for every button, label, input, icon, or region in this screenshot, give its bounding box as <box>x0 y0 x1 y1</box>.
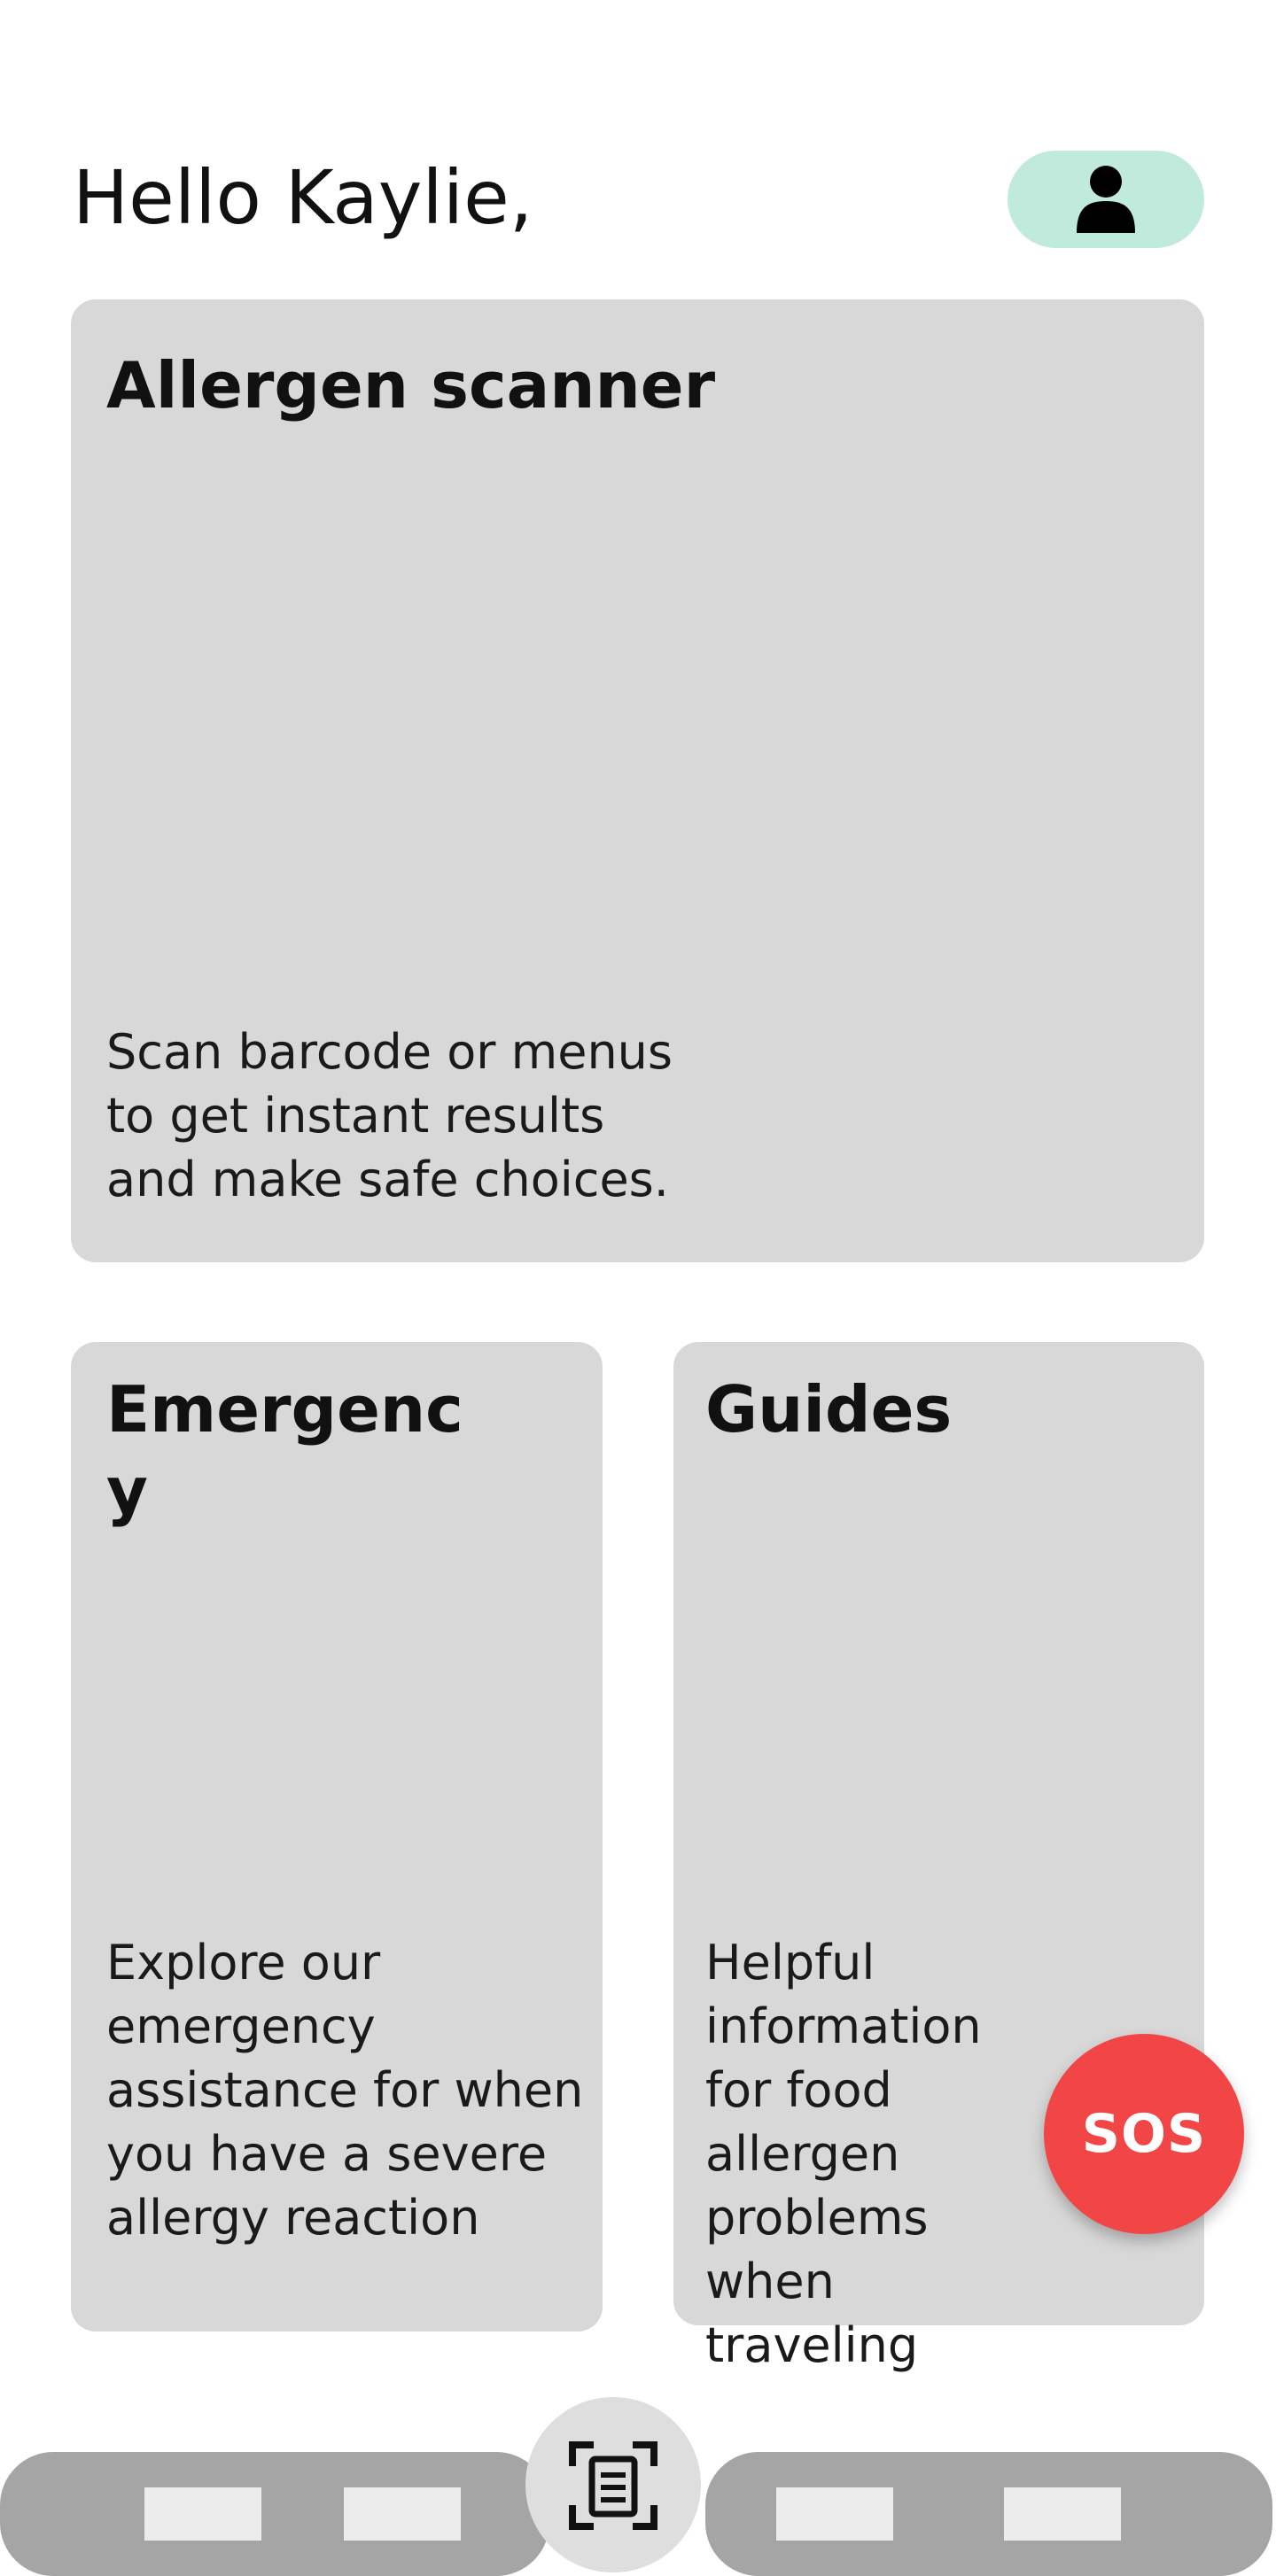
bottom-nav-left <box>0 2452 549 2576</box>
allergen-scanner-title: Allergen scanner <box>106 348 716 423</box>
emergency-title: Emergency <box>106 1372 463 1528</box>
nav-item-4[interactable] <box>1004 2487 1121 2541</box>
scan-button[interactable] <box>525 2397 701 2572</box>
document-scan-icon <box>569 2441 657 2530</box>
nav-item-2[interactable] <box>344 2487 461 2541</box>
profile-button[interactable] <box>1008 151 1204 248</box>
guides-description: Helpful information for food allergen pr… <box>705 1935 982 2373</box>
guides-title: Guides <box>705 1372 953 1447</box>
allergen-scanner-card[interactable]: Allergen scanner Scan barcode or menus t… <box>71 299 1204 1262</box>
allergen-scanner-description: Scan barcode or menus to get instant res… <box>106 1024 673 1207</box>
emergency-card[interactable]: Emergency Explore our emergency assistan… <box>71 1342 603 2332</box>
greeting: Hello Kaylie, <box>73 154 533 241</box>
sos-button[interactable]: SOS <box>1044 2034 1244 2234</box>
emergency-description: Explore our emergency assistance for whe… <box>106 1935 584 2246</box>
nav-item-3[interactable] <box>776 2487 893 2541</box>
user-icon <box>1077 166 1135 233</box>
nav-item-1[interactable] <box>144 2487 261 2541</box>
